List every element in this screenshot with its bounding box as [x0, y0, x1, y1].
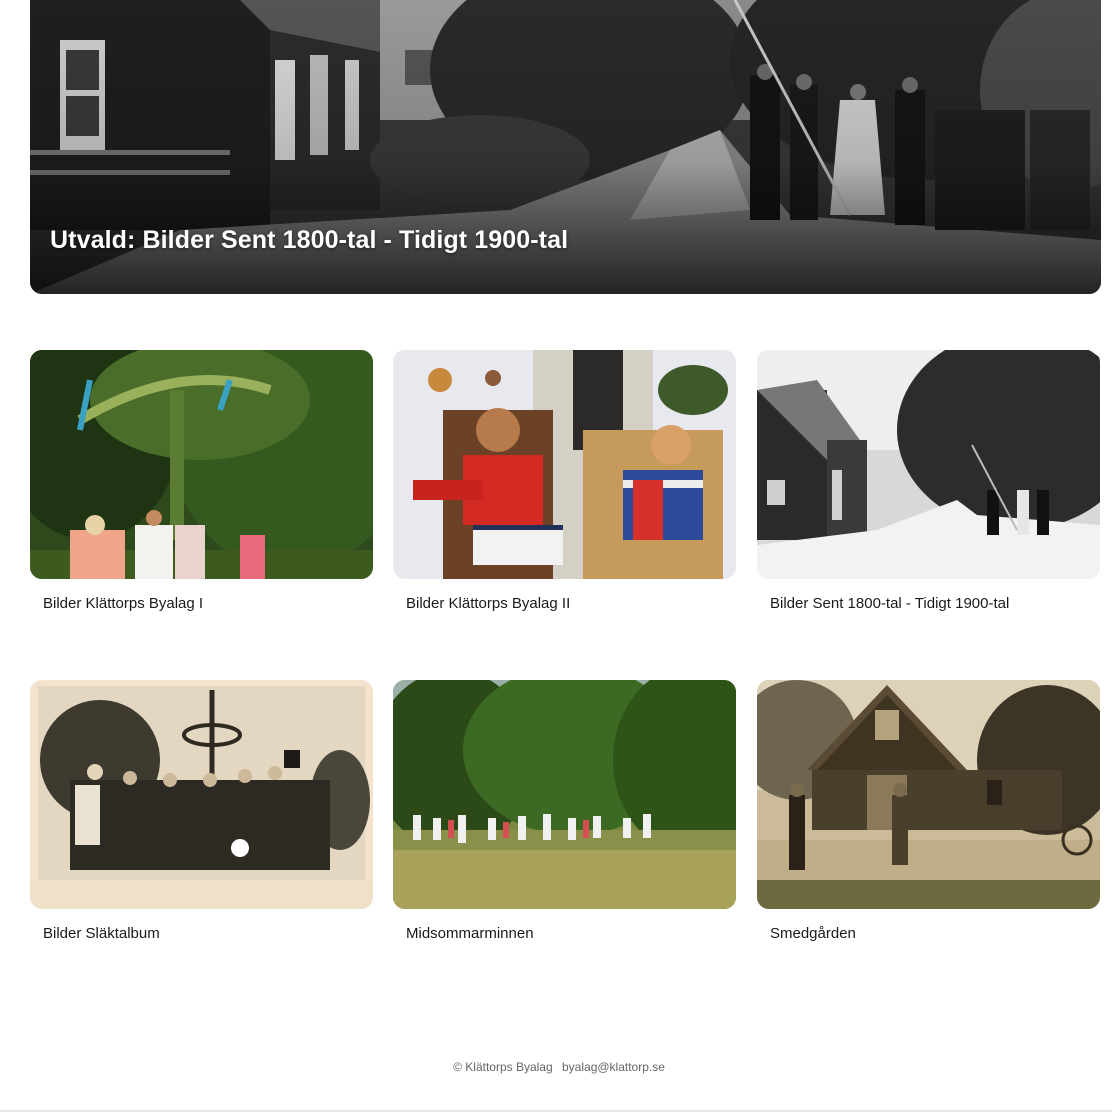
footer-copyright: © Klättorps Byalag	[453, 1060, 553, 1074]
album-card[interactable]: Bilder Släktalbum	[30, 680, 373, 942]
album-title: Bilder Klättorps Byalag I	[43, 595, 204, 612]
footer-email-link[interactable]: byalag@klattorp.se	[562, 1060, 665, 1074]
album-title: Midsommarminnen	[406, 925, 534, 942]
album-card[interactable]: Smedgården	[757, 680, 1100, 942]
album-thumbnail	[393, 680, 736, 909]
featured-album-card[interactable]: Utvald: Bilder Sent 1800-tal - Tidigt 19…	[30, 0, 1101, 294]
album-card[interactable]: Midsommarminnen	[393, 680, 736, 942]
album-card[interactable]: Bilder Klättorps Byalag I	[30, 350, 373, 612]
album-thumbnail	[30, 680, 373, 909]
featured-album-title: Utvald: Bilder Sent 1800-tal - Tidigt 19…	[50, 226, 569, 254]
album-title: Bilder Släktalbum	[43, 925, 160, 942]
bottom-divider	[0, 1110, 1112, 1112]
album-card[interactable]: Bilder Sent 1800-tal - Tidigt 1900-tal	[757, 350, 1100, 612]
album-thumbnail	[393, 350, 736, 579]
album-thumbnail	[757, 350, 1100, 579]
page: Utvald: Bilder Sent 1800-tal - Tidigt 19…	[0, 0, 1112, 1114]
album-thumbnail	[757, 680, 1100, 909]
album-title: Smedgården	[770, 925, 856, 942]
album-title: Bilder Sent 1800-tal - Tidigt 1900-tal	[770, 595, 1010, 612]
album-title: Bilder Klättorps Byalag II	[406, 595, 571, 612]
footer: © Klättorps Byalag byalag@klattorp.se	[0, 1060, 1112, 1074]
album-thumbnail	[30, 350, 373, 579]
album-card[interactable]: Bilder Klättorps Byalag II	[393, 350, 736, 612]
